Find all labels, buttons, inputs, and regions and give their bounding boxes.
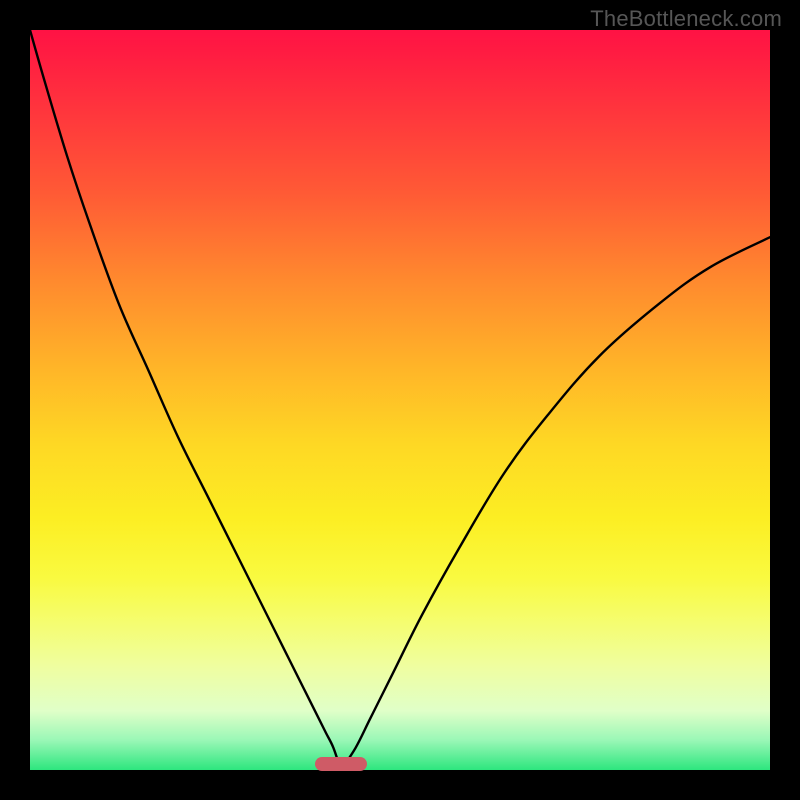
chart-frame: TheBottleneck.com [0,0,800,800]
curve-right-branch [341,237,770,770]
curve-layer [30,30,770,770]
minimum-marker [315,757,367,771]
plot-area [30,30,770,770]
curve-left-branch [30,30,341,770]
watermark-text: TheBottleneck.com [590,6,782,32]
